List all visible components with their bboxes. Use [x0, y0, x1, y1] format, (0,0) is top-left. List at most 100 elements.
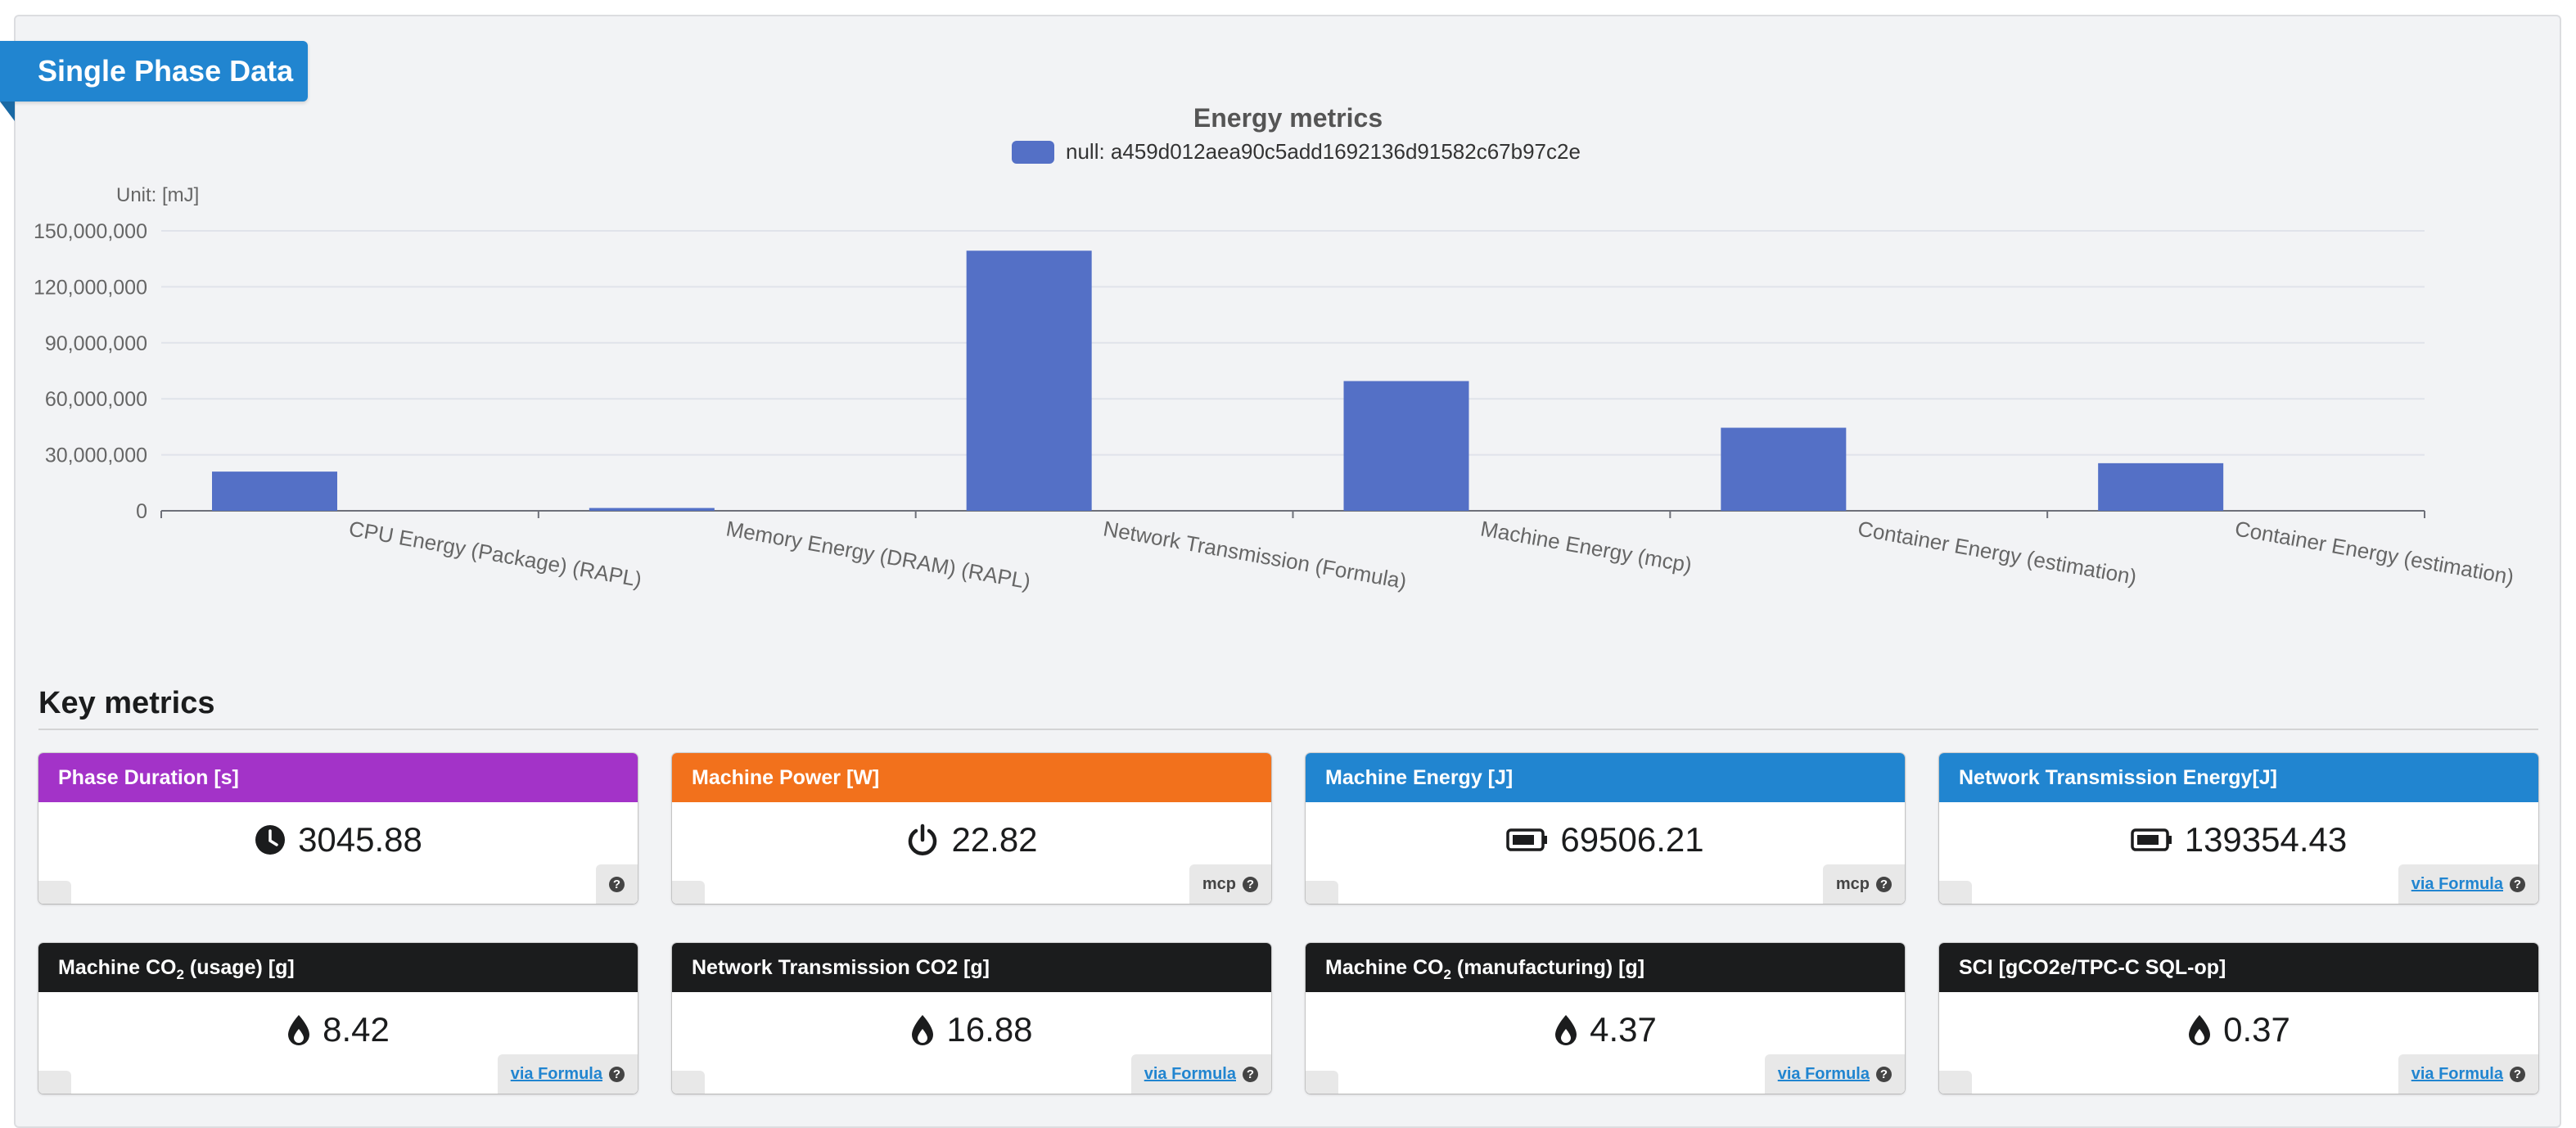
- metric-card-title: Phase Duration [s]: [38, 753, 638, 802]
- help-icon[interactable]: ?: [2510, 876, 2525, 892]
- flame-icon: [286, 1013, 311, 1046]
- metric-card-value: 22.82: [951, 820, 1038, 859]
- metric-card-source-label: mcp?: [1822, 864, 1905, 904]
- bar: [2098, 462, 2224, 511]
- metric-card-value: 4.37: [1590, 1010, 1657, 1049]
- metric-card-corner-label: [672, 1071, 705, 1094]
- metric-card-value-row: 8.42: [38, 1010, 638, 1049]
- metric-card: Phase Duration [s] 3045.88?: [38, 753, 638, 904]
- help-icon[interactable]: ?: [609, 1066, 625, 1082]
- metric-card-corner-label: [38, 1071, 71, 1094]
- y-tick-label: 150,000,000: [34, 220, 147, 243]
- energy-bar-chart: Unit: [mJ] 0 30,000,000 60,000,000 90,000,00…: [34, 184, 2516, 593]
- legend-label[interactable]: null: a459d012aea90c5add1692136d91582c67…: [1066, 139, 1581, 165]
- via-formula-link[interactable]: via Formula: [1144, 1065, 1236, 1084]
- metric-card-corner-label: [1306, 881, 1338, 904]
- help-icon[interactable]: ?: [1243, 1066, 1258, 1082]
- metric-card-title-part: Machine CO: [1325, 956, 1444, 979]
- metric-source: mcp: [1202, 874, 1236, 893]
- metric-card-title: Machine Energy [J]: [1306, 753, 1905, 802]
- metric-cards-grid: Phase Duration [s] 3045.88? Machine Power …: [38, 753, 2538, 1094]
- flame-icon: [2187, 1013, 2212, 1046]
- via-formula-link[interactable]: via Formula: [2411, 875, 2503, 894]
- metric-card-source-label: via Formula?: [2398, 1054, 2538, 1094]
- power-icon: [905, 823, 940, 857]
- y-tick-label: 90,000,000: [45, 332, 147, 355]
- legend-swatch[interactable]: [1012, 140, 1054, 164]
- metric-card-title: Machine CO2 (usage) [g]: [38, 943, 638, 992]
- key-metrics-title: Key metrics: [38, 686, 215, 720]
- metric-card-value-row: 16.88: [672, 1010, 1271, 1049]
- metric-card-value: 8.42: [323, 1010, 390, 1049]
- metric-card-value: 139354.43: [2184, 820, 2348, 859]
- help-icon[interactable]: ?: [609, 876, 625, 892]
- y-tick-label: 60,000,000: [45, 388, 147, 411]
- flame-icon: [1554, 1013, 1578, 1046]
- metric-card-title-subscript: 2: [1443, 967, 1451, 982]
- x-tick-label: Network Transmission (Formula): [1102, 516, 1409, 593]
- battery-icon: [1506, 828, 1549, 852]
- metric-card-source-label: via Formula?: [497, 1054, 638, 1094]
- via-formula-link[interactable]: via Formula: [1778, 1065, 1870, 1084]
- metric-card-corner-label: [1939, 881, 1972, 904]
- metric-card-source-label: mcp?: [1189, 864, 1271, 904]
- bar: [966, 250, 1092, 511]
- metric-card: Machine Energy [J] 69506.21 mcp?: [1306, 753, 1905, 904]
- metric-card-title: Network Transmission Energy[J]: [1939, 753, 2538, 802]
- bar: [1721, 427, 1847, 511]
- metric-card-value: 3045.88: [298, 820, 422, 859]
- metric-card: Network Transmission Energy[J] 139354.43 v…: [1939, 753, 2538, 904]
- metric-card-corner-label: [1939, 1071, 1972, 1094]
- ribbon-title: Single Phase Data: [38, 54, 294, 88]
- metric-card-value-row: 69506.21: [1306, 820, 1905, 860]
- help-icon[interactable]: ?: [2510, 1066, 2525, 1082]
- chart-legend[interactable]: null: a459d012aea90c5add1692136d91582c67…: [1012, 139, 1581, 165]
- help-icon[interactable]: ?: [1876, 1066, 1892, 1082]
- bar: [1343, 381, 1469, 511]
- metric-card-title-part: (manufacturing) [g]: [1450, 956, 1645, 979]
- metric-card-title-part: Machine CO: [58, 956, 177, 979]
- battery-icon: [2130, 828, 2173, 852]
- metric-card-value: 69506.21: [1560, 820, 1704, 859]
- help-icon[interactable]: ?: [1876, 876, 1892, 892]
- section-ribbon: Single Phase Data: [0, 41, 308, 102]
- y-unit-label: Unit: [mJ]: [116, 184, 199, 206]
- metric-card: Machine CO2 (usage) [g] 8.42 via Formula?: [38, 943, 638, 1094]
- metric-card-value-row: 139354.43: [1939, 820, 2538, 860]
- x-tick-label: CPU Energy (Package) (RAPL): [347, 516, 643, 592]
- metric-card-corner-label: [1306, 1071, 1338, 1094]
- metric-card-value-row: 3045.88: [38, 820, 638, 860]
- metric-card-source-label: ?: [596, 864, 638, 904]
- metric-source: mcp: [1835, 874, 1870, 893]
- chart-title: Energy metrics: [1193, 103, 1383, 133]
- x-tick-label: Machine Energy (mcp): [1478, 516, 1694, 577]
- metric-card-title: SCI [gCO2e/TPC-C SQL-op]: [1939, 943, 2538, 992]
- metric-card-title-subscript: 2: [176, 967, 184, 982]
- metric-card: Machine CO2 (manufacturing) [g] 4.37 via F…: [1306, 943, 1905, 1094]
- x-tick-label: Memory Energy (DRAM) (RAPL): [724, 516, 1033, 593]
- clock-icon: [254, 823, 286, 856]
- y-tick-label: 120,000,000: [34, 276, 147, 299]
- y-tick-label: 30,000,000: [45, 444, 147, 467]
- y-tick-label: 0: [136, 500, 147, 523]
- metric-card-title: Network Transmission CO2 [g]: [672, 943, 1271, 992]
- metric-card-value-row: 0.37: [1939, 1010, 2538, 1049]
- bar: [589, 508, 715, 511]
- metric-card-value: 16.88: [946, 1010, 1033, 1049]
- flame-icon: [910, 1013, 935, 1046]
- via-formula-link[interactable]: via Formula: [511, 1065, 602, 1084]
- metric-card-corner-label: [672, 881, 705, 904]
- bar: [212, 472, 337, 511]
- via-formula-link[interactable]: via Formula: [2411, 1065, 2503, 1084]
- metric-card-source-label: via Formula?: [1130, 1054, 1271, 1094]
- metric-card-value-row: 22.82: [672, 820, 1271, 860]
- metric-card-title: Machine Power [W]: [672, 753, 1271, 802]
- metric-card-source-label: via Formula?: [2398, 864, 2538, 904]
- x-tick-label: Container Energy (estimation): [1856, 516, 2138, 589]
- metric-card-value: 0.37: [2223, 1010, 2290, 1049]
- help-icon[interactable]: ?: [1243, 876, 1258, 892]
- metric-card-title-part: (usage) [g]: [183, 956, 295, 979]
- metric-card-value-row: 4.37: [1306, 1010, 1905, 1049]
- x-tick-label: Container Energy (estimation): [2233, 516, 2515, 589]
- metric-card-source-label: via Formula?: [1764, 1054, 1905, 1094]
